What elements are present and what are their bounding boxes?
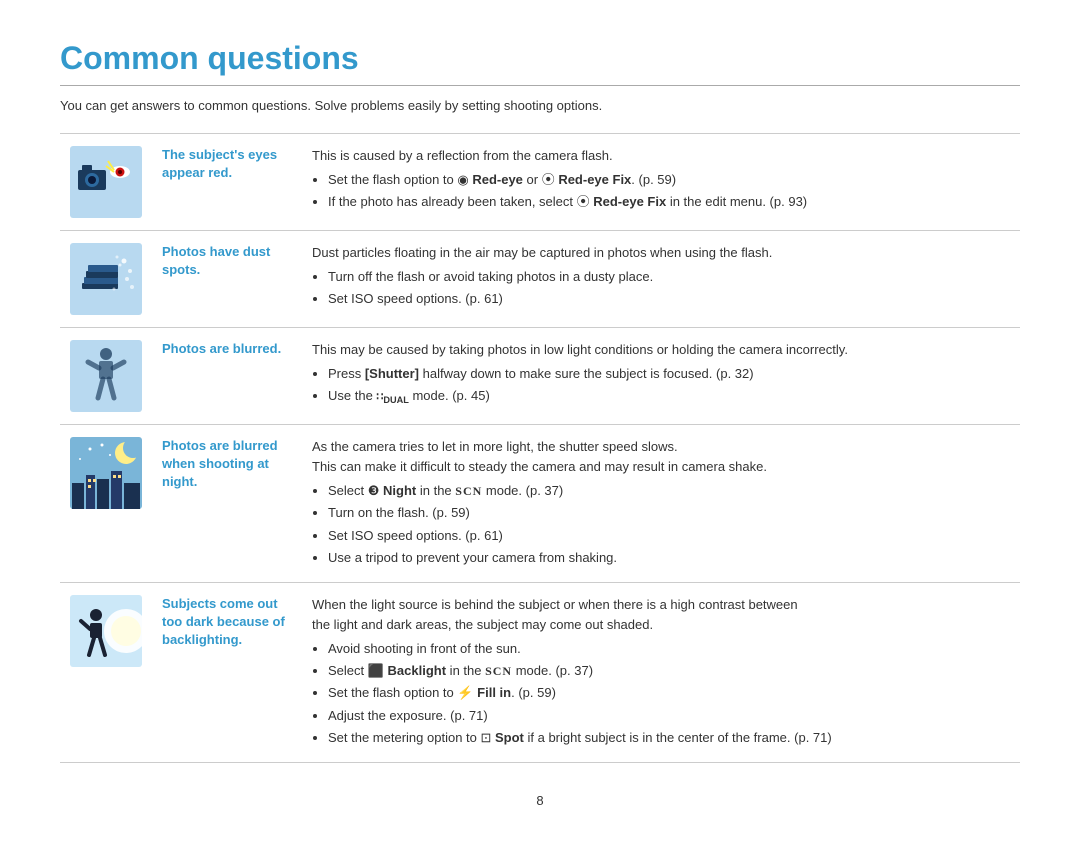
row-intro2: the light and dark areas, the subject ma…	[312, 617, 653, 632]
row-label: Subjects come out too dark because of ba…	[162, 596, 285, 647]
bullet-item: Turn on the flash. (p. 59)	[328, 503, 1010, 523]
row-icon-cell	[60, 231, 152, 328]
bullet-item: Set ISO speed options. (p. 61)	[328, 289, 1010, 309]
row-label: Photos have dust spots.	[162, 244, 270, 277]
row-icon-cell	[60, 582, 152, 762]
row-content-cell: When the light source is behind the subj…	[302, 582, 1020, 762]
bullet-item: Turn off the flash or avoid taking photo…	[328, 267, 1010, 287]
bullet-item: Select ❸ Night in the SCN mode. (p. 37)	[328, 481, 1010, 501]
icon-red-eye	[70, 146, 142, 218]
bullet-item: Use a tripod to prevent your camera from…	[328, 548, 1010, 568]
row-content-cell: This is caused by a reflection from the …	[302, 134, 1020, 231]
bullet-item: Avoid shooting in front of the sun.	[328, 639, 1010, 659]
bullet-item: Set the metering option to ⊡ Spot if a b…	[328, 728, 1010, 748]
row-intro: Dust particles floating in the air may b…	[312, 245, 772, 260]
bullet-item: Set the flash option to ◉ Red-eye or ⦿ R…	[328, 170, 1010, 190]
row-intro: This may be caused by taking photos in l…	[312, 342, 848, 357]
row-label: The subject's eyes appear red.	[162, 147, 277, 180]
row-label: Photos are blurred.	[162, 341, 281, 356]
row-content-cell: As the camera tries to let in more light…	[302, 425, 1020, 583]
bullet-item: Set ISO speed options. (p. 61)	[328, 526, 1010, 546]
title-divider	[60, 85, 1020, 86]
row-label-cell: Photos are blurred when shooting at nigh…	[152, 425, 302, 583]
page-title: Common questions	[60, 40, 1020, 77]
row-icon-cell	[60, 134, 152, 231]
faq-table: The subject's eyes appear red. This is ca…	[60, 133, 1020, 763]
icon-night	[70, 437, 142, 509]
bullet-item: Use the ∷DUAL mode. (p. 45)	[328, 386, 1010, 407]
row-intro: This is caused by a reflection from the …	[312, 148, 613, 163]
row-icon-cell	[60, 425, 152, 583]
table-row: Photos have dust spots. Dust particles fl…	[60, 231, 1020, 328]
row-label-cell: Subjects come out too dark because of ba…	[152, 582, 302, 762]
row-label-cell: Photos are blurred.	[152, 328, 302, 425]
icon-dust	[70, 243, 142, 315]
table-row: Subjects come out too dark because of ba…	[60, 582, 1020, 762]
page-number: 8	[60, 793, 1020, 808]
icon-backlight	[70, 595, 142, 667]
bullet-item: Set the flash option to ⚡ Fill in. (p. 5…	[328, 683, 1010, 703]
row-intro1: When the light source is behind the subj…	[312, 597, 798, 612]
icon-blurred	[70, 340, 142, 412]
row-intro2: This can make it difficult to steady the…	[312, 459, 767, 474]
row-label-cell: The subject's eyes appear red.	[152, 134, 302, 231]
bullet-item: If the photo has already been taken, sel…	[328, 192, 1010, 212]
row-label-cell: Photos have dust spots.	[152, 231, 302, 328]
row-icon-cell	[60, 328, 152, 425]
row-content-cell: Dust particles floating in the air may b…	[302, 231, 1020, 328]
bullet-item: Adjust the exposure. (p. 71)	[328, 706, 1010, 726]
subtitle: You can get answers to common questions.…	[60, 98, 1020, 113]
bullet-item: Select ⬛ Backlight in the SCN mode. (p. …	[328, 661, 1010, 681]
table-row: Photos are blurred. This may be caused by…	[60, 328, 1020, 425]
row-label: Photos are blurred when shooting at nigh…	[162, 438, 278, 489]
table-row: The subject's eyes appear red. This is ca…	[60, 134, 1020, 231]
table-row: Photos are blurred when shooting at nigh…	[60, 425, 1020, 583]
bullet-item: Press [Shutter] halfway down to make sur…	[328, 364, 1010, 384]
row-content-cell: This may be caused by taking photos in l…	[302, 328, 1020, 425]
row-intro1: As the camera tries to let in more light…	[312, 439, 678, 454]
